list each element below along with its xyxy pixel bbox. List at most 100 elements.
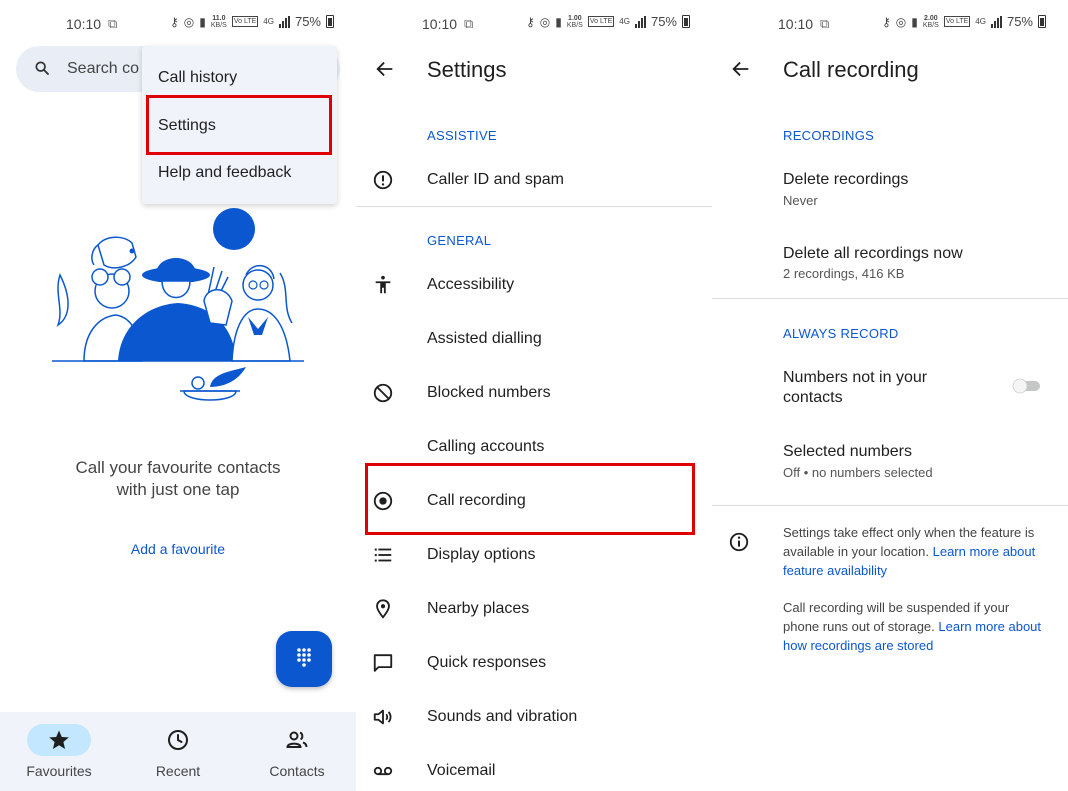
dialpad-button[interactable] [276, 631, 332, 687]
volte-badge: Vo LTE [943, 16, 971, 27]
key-icon: ⚷ [882, 14, 891, 29]
hotspot-icon: ◎ [895, 14, 907, 29]
key-icon: ⚷ [526, 14, 535, 29]
section-header-always-record: ALWAYS RECORD [783, 326, 899, 341]
nav-recent[interactable]: Recent [122, 712, 232, 791]
bottom-navigation: Favourites Recent Contacts [0, 712, 356, 791]
status-icons: ⚷ ◎ ▮ 1.00 KB/S Vo LTE 4G 75% [526, 14, 690, 29]
page-title: Call recording [783, 57, 919, 82]
network-type: 4G [975, 17, 986, 26]
screenshot-icon: ⧉ [464, 16, 474, 31]
divider [712, 298, 1068, 299]
numbers-not-in-contacts-toggle[interactable] [1012, 378, 1042, 394]
setting-quick-responses[interactable]: Quick responses [427, 654, 546, 672]
setting-display-options[interactable]: Display options [427, 546, 536, 564]
network-speed: 1.00 KB/S [566, 14, 583, 29]
nav-contacts[interactable]: Contacts [241, 712, 351, 791]
empty-favourites-message: Call your favourite contacts with just o… [75, 458, 281, 499]
section-header-general: GENERAL [427, 233, 492, 248]
volume-icon [373, 709, 392, 725]
screenshot-icon: ⧉ [820, 16, 830, 31]
info-icon [729, 532, 749, 552]
status-time: 10:10 [778, 16, 814, 32]
status-bar: 10:10 ⧉ ⚷ ◎ ▮ 1.00 KB/S Vo LTE 4G 75% [356, 0, 712, 46]
vibrate-icon: ▮ [555, 14, 562, 29]
voicemail-icon [373, 766, 393, 776]
volte-badge: Vo LTE [231, 16, 259, 27]
status-time: 10:10 [422, 16, 458, 32]
block-icon [373, 383, 393, 403]
nav-favourites[interactable]: Favourites [3, 712, 113, 791]
location-icon [376, 599, 390, 619]
setting-nearby-places[interactable]: Nearby places [427, 600, 529, 618]
accessibility-icon [375, 275, 391, 294]
dialpad-icon [297, 648, 311, 667]
availability-note: Settings take effect only when the featu… [783, 523, 1045, 580]
setting-caller-id-spam[interactable]: Caller ID and spam [427, 171, 564, 189]
setting-numbers-not-in-contacts-line2: contacts [783, 389, 843, 406]
back-arrow-icon[interactable] [730, 58, 752, 80]
contacts-icon [286, 731, 308, 748]
signal-icon [634, 15, 646, 28]
search-icon[interactable] [34, 60, 50, 76]
list-icon [374, 548, 392, 562]
message-icon [373, 654, 393, 672]
nav-label-favourites: Favourites [26, 763, 92, 779]
volte-badge: Vo LTE [587, 16, 615, 27]
page-title: Settings [427, 57, 507, 82]
battery-icon [682, 15, 690, 28]
clock-icon [168, 730, 188, 750]
back-arrow-icon[interactable] [374, 58, 396, 80]
search-input[interactable]: Search co [67, 60, 139, 78]
storage-note: Call recording will be suspended if your… [783, 598, 1045, 655]
star-icon [49, 730, 69, 749]
status-time: 10:10 [66, 16, 102, 32]
vibrate-icon: ▮ [199, 14, 206, 29]
settings-screen: 10:10 ⧉ ⚷ ◎ ▮ 1.00 KB/S Vo LTE 4G 75% Set… [356, 0, 712, 791]
network-type: 4G [619, 17, 630, 26]
setting-selected-numbers[interactable]: Selected numbers [783, 443, 912, 461]
network-type: 4G [263, 17, 274, 26]
status-icons: ⚷ ◎ ▮ 11.0 KB/S Vo LTE 4G 75% [170, 14, 334, 29]
call-recording-screen: 10:10 ⧉ ⚷ ◎ ▮ 2.00 KB/S Vo LTE 4G 75% Cal… [712, 0, 1068, 791]
setting-accessibility[interactable]: Accessibility [427, 276, 514, 294]
setting-calling-accounts[interactable]: Calling accounts [427, 438, 544, 456]
key-icon: ⚷ [170, 14, 179, 29]
divider [356, 206, 712, 207]
setting-blocked-numbers[interactable]: Blocked numbers [427, 384, 551, 402]
screenshot-icon: ⧉ [108, 16, 118, 31]
setting-voicemail[interactable]: Voicemail [427, 762, 495, 780]
setting-numbers-not-in-contacts[interactable]: Numbers not in your [783, 369, 927, 387]
menu-item-help-feedback[interactable]: Help and feedback [158, 164, 291, 182]
hotspot-icon: ◎ [539, 14, 551, 29]
network-speed: 11.0 KB/S [210, 14, 227, 29]
delete-recordings-value: Never [783, 193, 818, 208]
menu-item-call-history[interactable]: Call history [158, 69, 237, 87]
highlight-box-call-recording [365, 463, 695, 535]
favourites-illustration [52, 208, 304, 401]
alert-icon [373, 170, 393, 190]
setting-sounds-vibration[interactable]: Sounds and vibration [427, 708, 577, 726]
highlight-box-settings [146, 95, 332, 155]
battery-percent: 75% [650, 14, 677, 29]
battery-percent: 75% [1006, 14, 1033, 29]
signal-icon [990, 15, 1002, 28]
nav-label-contacts: Contacts [269, 763, 325, 779]
phone-favourites-screen: 10:10 ⧉ ⚷ ◎ ▮ 11.0 KB/S Vo LTE 4G 75% Sea… [0, 0, 356, 791]
battery-icon [1038, 15, 1046, 28]
status-icons: ⚷ ◎ ▮ 2.00 KB/S Vo LTE 4G 75% [882, 14, 1046, 29]
setting-delete-all-recordings[interactable]: Delete all recordings now [783, 245, 963, 263]
vibrate-icon: ▮ [911, 14, 918, 29]
nav-label-recent: Recent [155, 763, 201, 779]
setting-assisted-dialling[interactable]: Assisted dialling [427, 330, 542, 348]
battery-percent: 75% [294, 14, 321, 29]
section-header-recordings: RECORDINGS [783, 128, 875, 143]
setting-delete-recordings[interactable]: Delete recordings [783, 171, 908, 189]
divider [712, 505, 1068, 506]
section-header-assistive: ASSISTIVE [427, 128, 497, 143]
network-speed: 2.00 KB/S [922, 14, 939, 29]
signal-icon [278, 15, 290, 28]
selected-numbers-value: Off • no numbers selected [783, 465, 933, 480]
battery-icon [326, 15, 334, 28]
add-favourite-link[interactable]: Add a favourite [0, 541, 356, 557]
